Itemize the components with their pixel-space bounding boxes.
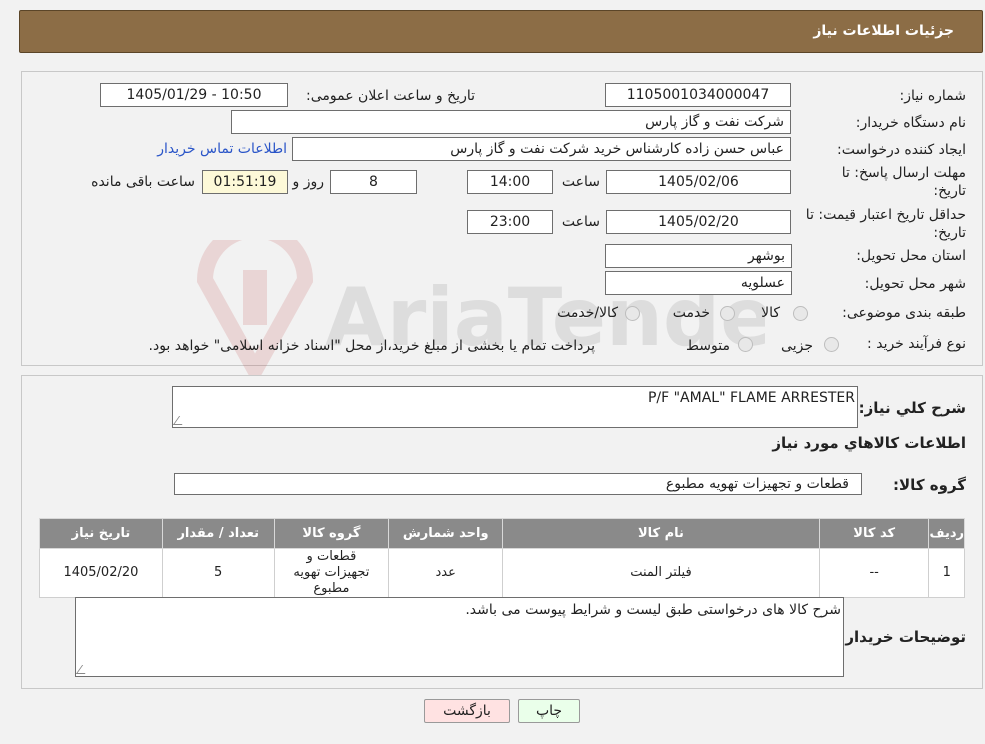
requester-label: ایجاد کننده درخواست:: [837, 142, 966, 158]
deadline-label-2: تاریخ:: [933, 183, 966, 199]
col-name-header: نام کالا: [502, 518, 820, 549]
col-unit-header: واحد شمارش: [388, 518, 504, 549]
items-heading: اطلاعات کالاهاي مورد نیاز: [772, 434, 966, 452]
category-goods-service-label: کالا/خدمت: [557, 305, 618, 321]
province-label: استان محل تحویل:: [856, 248, 966, 264]
need-number-field[interactable]: 1105001034000047: [605, 83, 791, 107]
process-payment-note: پرداخت تمام یا بخشی از مبلغ خرید،از محل …: [148, 338, 595, 354]
col-code-header: کد کالا: [818, 518, 930, 549]
remaining-time-field: 01:51:19: [202, 170, 288, 194]
cell-row: 1: [928, 548, 965, 598]
cell-unit: عدد: [388, 548, 504, 598]
cell-name: فیلتر المنت: [502, 548, 820, 598]
col-date-header: تاریخ نیاز: [39, 518, 163, 549]
cell-group: قطعات و تجهیزات تهویه مطبوع: [273, 548, 390, 598]
cell-date: 1405/02/20: [39, 548, 163, 598]
page-header: جزئیات اطلاعات نیاز: [19, 10, 983, 53]
deadline-time-label: ساعت: [561, 174, 600, 190]
col-qty-header: تعداد / مقدار: [161, 518, 275, 549]
announce-label: تاریخ و ساعت اعلان عمومی:: [306, 88, 475, 104]
process-medium-label: متوسط: [686, 338, 730, 354]
validity-time-field[interactable]: 23:00: [467, 210, 553, 234]
table-row: 1 -- فیلتر المنت عدد قطعات و تجهیزات تهو…: [39, 548, 965, 598]
announce-datetime-field[interactable]: 1405/01/29 - 10:50: [100, 83, 288, 107]
process-label: نوع فرآیند خرید :: [867, 336, 966, 352]
deadline-time-field[interactable]: 14:00: [467, 170, 553, 194]
validity-label: حداقل تاریخ اعتبار قیمت: تا: [805, 207, 966, 223]
city-label: شهر محل تحویل:: [864, 276, 966, 292]
validity-date-field[interactable]: 1405/02/20: [606, 210, 791, 234]
back-button[interactable]: بازگشت: [424, 699, 510, 723]
buyer-notes-text: شرح کالا های درخواستی طبق لیست و شرایط پ…: [465, 602, 841, 618]
category-goods-service-radio[interactable]: [625, 306, 640, 321]
process-medium-radio[interactable]: [738, 337, 753, 352]
group-label: گروه کالا:: [893, 476, 966, 494]
print-button[interactable]: چاپ: [518, 699, 580, 723]
buyer-org-field[interactable]: شرکت نفت و گاز پارس: [231, 110, 791, 134]
cell-code: --: [818, 548, 930, 598]
table-header-row: ردیف کد کالا نام کالا واحد شمارش گروه کا…: [39, 518, 965, 549]
summary-text: P/F "AMAL" FLAME ARRESTER: [647, 390, 855, 406]
group-field[interactable]: قطعات و تجهیزات تهویه مطبوع: [174, 473, 862, 495]
category-service-radio[interactable]: [720, 306, 735, 321]
deadline-label: مهلت ارسال پاسخ: تا: [841, 165, 966, 181]
requester-field[interactable]: عباس حسن زاده کارشناس خرید شرکت نفت و گا…: [292, 137, 791, 161]
items-table-wrapper: ردیف کد کالا نام کالا واحد شمارش گروه کا…: [39, 518, 965, 598]
deadline-date-field[interactable]: 1405/02/06: [606, 170, 791, 194]
summary-textarea[interactable]: P/F "AMAL" FLAME ARRESTER: [172, 386, 858, 428]
category-goods-label: کالا: [761, 305, 780, 321]
category-label: طبقه بندی موضوعی:: [842, 305, 966, 321]
resize-grip-icon[interactable]: [76, 665, 92, 674]
resize-grip-icon[interactable]: [173, 416, 189, 425]
category-service-label: خدمت: [672, 305, 710, 321]
category-goods-radio[interactable]: [793, 306, 808, 321]
buyer-notes-label: توضیحات خریدار:: [839, 628, 966, 646]
buyer-notes-textarea[interactable]: شرح کالا های درخواستی طبق لیست و شرایط پ…: [75, 597, 844, 677]
city-field[interactable]: عسلویه: [605, 271, 792, 295]
summary-label: شرح کلي نیاز:: [858, 399, 966, 417]
validity-label-2: تاریخ:: [933, 225, 966, 241]
col-group-header: گروه کالا: [273, 518, 390, 549]
validity-time-label: ساعت: [561, 214, 600, 230]
items-table: ردیف کد کالا نام کالا واحد شمارش گروه کا…: [39, 518, 965, 598]
cell-qty: 5: [161, 548, 275, 598]
days-remaining-field: 8: [330, 170, 417, 194]
need-number-label: شماره نیاز:: [899, 88, 967, 104]
col-row-header: ردیف: [928, 518, 965, 549]
process-minor-radio[interactable]: [824, 337, 839, 352]
process-minor-label: جزیی: [781, 338, 813, 354]
buyer-org-label: نام دستگاه خریدار:: [855, 115, 966, 131]
page-title: جزئیات اطلاعات نیاز: [813, 23, 954, 39]
buyer-contact-link[interactable]: اطلاعات تماس خریدار: [157, 141, 287, 157]
days-label: روز و: [292, 174, 325, 190]
remaining-time-label: ساعت باقی مانده: [91, 174, 195, 190]
province-field[interactable]: بوشهر: [605, 244, 792, 268]
